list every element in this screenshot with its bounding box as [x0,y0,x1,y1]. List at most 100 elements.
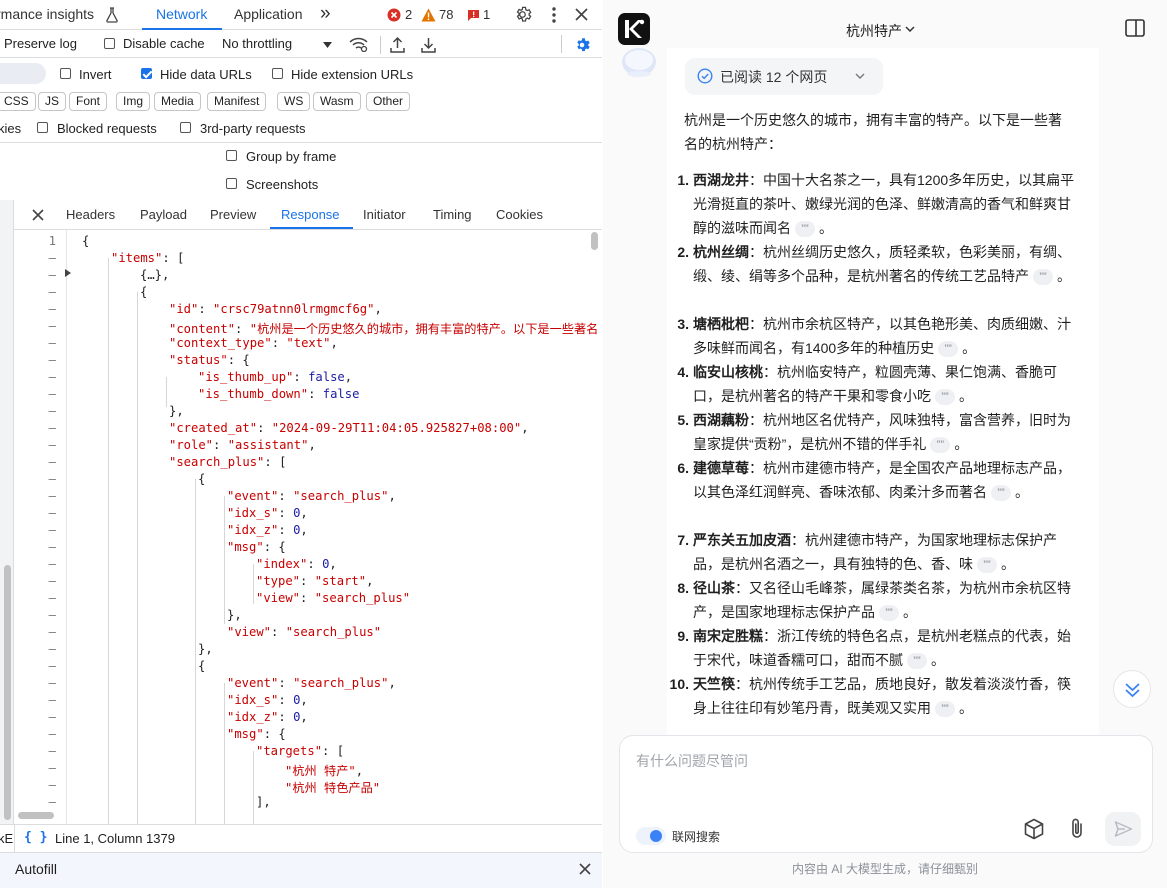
line-number: – [48,336,56,350]
filter-chip-ws[interactable]: WS [277,92,311,111]
web-search-toggle[interactable] [636,827,666,845]
export-har-icon[interactable] [421,36,436,53]
third-party-checkbox[interactable] [180,122,191,133]
warning-icon[interactable] [421,8,436,22]
citation-quote-icon[interactable]: ”” [907,653,927,670]
send-button[interactable] [1105,812,1141,846]
tab-initiator[interactable]: Initiator [363,207,406,222]
chevron-down-icon[interactable] [905,26,915,32]
left-scrollbar[interactable] [4,565,11,820]
filter-chip-css[interactable]: CSS [0,92,36,111]
import-har-icon[interactable] [390,36,405,53]
vertical-scrollbar[interactable] [591,232,598,250]
list-item-number: 6. [677,460,689,476]
response-code-viewer[interactable]: 1– – – – – – – – – – – – – – – – – – – – – – – – – – – – – – – – – {"ite… [0,230,602,824]
network-settings-gear-icon[interactable] [573,36,591,54]
indent-guide [253,751,254,824]
citation-quote-icon[interactable]: ”” [935,389,955,406]
throttling-select[interactable]: No throttling [222,36,292,51]
list-item-number: 7. [677,532,689,548]
tab-response[interactable]: Response [281,207,340,222]
screenshots-checkbox[interactable] [226,178,237,189]
more-tabs-button[interactable]: » [320,3,331,25]
ai-disclaimer: 内容由 AI 大模型生成，请仔细甄别 [792,862,979,876]
sentence-end: 。 [1015,484,1029,500]
hide-extension-urls-checkbox[interactable] [272,68,283,79]
filter-chip-media[interactable]: Media [154,92,201,111]
pretty-print-button[interactable]: { } [24,830,47,845]
answer-intro-line: 名的杭州特产： [684,136,782,152]
filter-input[interactable] [0,63,46,84]
message-input[interactable]: 有什么问题尽管问 [636,751,748,771]
filter-chip-js[interactable]: JS [38,92,67,111]
message-composer[interactable]: 有什么问题尽管问 联网搜索 [619,735,1153,853]
sidebar-toggle-icon[interactable] [1125,19,1145,37]
horizontal-scrollbar[interactable] [18,812,54,819]
disable-cache-checkbox[interactable] [104,38,115,49]
disable-cache-label[interactable]: Disable cache [123,36,205,51]
paperclip-icon[interactable] [1068,817,1086,841]
invert-checkbox[interactable] [60,68,71,79]
indent-guide [108,258,109,824]
filter-chip-wasm[interactable]: Wasm [313,92,361,111]
specialty-name: 天竺筷 [693,676,735,692]
citation-quote-icon[interactable]: ”” [991,485,1011,502]
citation-quote-icon[interactable]: ”” [1033,269,1053,286]
group-by-frame-checkbox[interactable] [226,150,237,161]
citation-quote-icon[interactable]: ”” [938,341,959,358]
blocked-requests-checkbox[interactable] [37,122,48,133]
line-number: – [48,523,56,537]
json-line: "idx_z": 0, [227,710,308,724]
citation-quote-icon[interactable]: ”” [795,221,815,238]
json-line: "role": "assistant", [169,438,316,452]
tab-payload[interactable]: Payload [140,207,187,222]
tab-cookies[interactable]: Cookies [496,207,543,222]
json-line: "context_type": "text", [169,336,338,350]
filter-chip-font[interactable]: Font [69,92,108,111]
specialty-name: 南宋定胜糕 [693,628,763,644]
network-conditions-icon[interactable] [349,37,368,52]
filter-chip-img[interactable]: Img [116,92,151,111]
specialty-description: ：杭州丝绸历史悠久，质轻柔软，色彩美丽，有绸、缎、绫、绢等多个品种，是杭州著名的… [693,244,1071,284]
sentence-end: 。 [959,388,973,404]
tab-application[interactable]: Application [234,6,303,22]
preserve-log-label[interactable]: Preserve log [4,36,77,51]
json-line: "content": "杭州是一个历史悠久的城市，拥有丰富的特产。以下是一些著名 [169,322,599,336]
tab-timing[interactable]: Timing [433,207,472,222]
close-detail-icon[interactable] [32,209,44,221]
more-options-icon[interactable] [551,6,557,24]
tab-network[interactable]: Network [156,6,207,22]
answer-list-item: 3. 塘栖枇杷：杭州市余杭区特产，以其色艳形美、肉质细嫩、汁多味鲜而闻名，有140… [677,312,1075,360]
filter-chip-other[interactable]: Other [366,92,411,111]
read-sources-pill[interactable]: 已阅读 12 个网页 [685,58,883,95]
citation-quote-icon[interactable]: ”” [930,437,951,454]
line-number: – [48,353,56,367]
json-line: "targets": [ [256,744,345,758]
gutter-divider [66,230,67,824]
issues-flag-icon[interactable] [467,9,480,22]
tab-headers[interactable]: Headers [66,207,115,222]
warning-count: 78 [439,7,454,22]
citation-quote-icon[interactable]: ”” [879,605,899,622]
close-devtools-icon[interactable] [575,8,588,21]
hide-data-urls-checkbox[interactable] [141,68,152,79]
status-left-partial: kE [0,831,14,846]
tab-performance-insights[interactable]: rmance insights [0,6,94,22]
close-drawer-icon[interactable] [579,863,591,875]
citation-quote-icon[interactable]: ”” [935,701,955,718]
tab-preview[interactable]: Preview [210,207,256,222]
filter-chip-manifest[interactable]: Manifest [207,92,267,111]
list-item-number: 4. [677,364,689,380]
chevron-down-icon [323,42,332,48]
cube-icon[interactable] [1023,818,1045,840]
error-icon[interactable] [387,8,401,22]
conversation-title[interactable]: 杭州特产 [846,21,902,41]
chat-app: 杭州特产 已阅读 12 个网页 杭州是一个历史悠久的城市，拥有丰富的特产。以下是… [603,0,1167,888]
expand-caret-icon[interactable] [65,269,72,277]
settings-gear-icon[interactable] [513,5,532,24]
json-line: "search_plus": [ [169,455,287,469]
citation-quote-icon[interactable]: ”” [977,557,997,574]
app-logo[interactable] [617,12,651,46]
scroll-to-bottom-button[interactable] [1113,670,1151,708]
list-item-number: 8. [677,580,689,596]
